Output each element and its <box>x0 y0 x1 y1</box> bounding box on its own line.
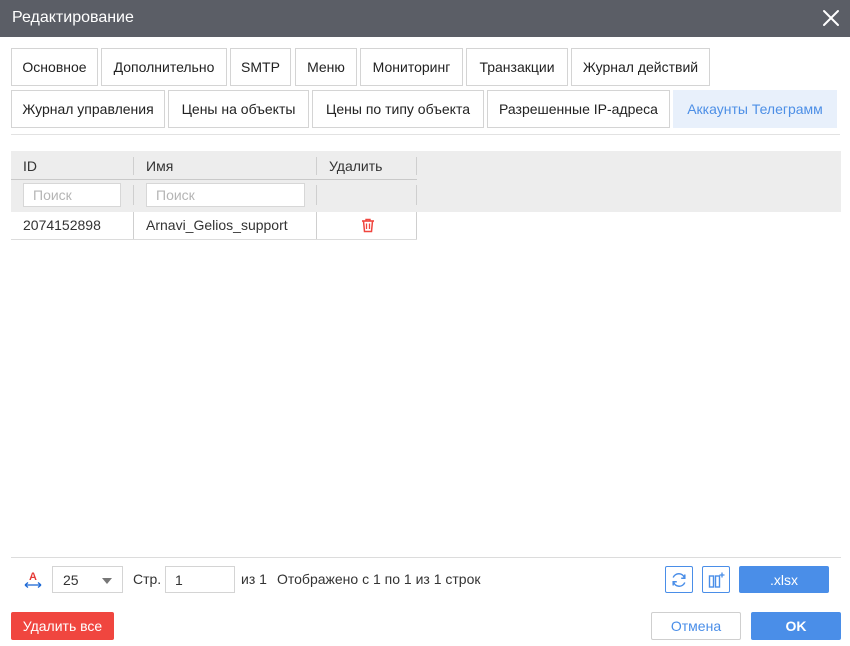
dialog-titlebar: Редактирование <box>0 0 850 37</box>
export-xlsx-button[interactable]: .xlsx <box>739 566 829 593</box>
refresh-button[interactable] <box>665 566 693 593</box>
tab-control-log[interactable]: Журнал управления <box>11 90 165 128</box>
refresh-icon <box>672 572 686 587</box>
tab-monitoring[interactable]: Мониторинг <box>360 48 463 86</box>
columns-button[interactable] <box>702 566 730 593</box>
column-separator[interactable] <box>133 157 134 175</box>
footer-divider <box>11 557 841 558</box>
column-separator <box>316 212 317 239</box>
font-size-icon[interactable]: A <box>22 569 44 591</box>
trash-icon[interactable] <box>360 217 376 233</box>
filter-name-input[interactable] <box>146 183 305 207</box>
filter-id-input[interactable] <box>23 183 121 207</box>
dialog-title: Редактирование <box>12 9 134 26</box>
column-separator <box>416 212 417 239</box>
rows-summary: Отображено с 1 по 1 из 1 строк <box>277 571 481 587</box>
cell-name: Arnavi_Gelios_support <box>146 217 288 233</box>
header-divider <box>11 179 417 180</box>
tabs-divider <box>11 134 840 135</box>
column-header-id[interactable]: ID <box>23 158 37 174</box>
tab-allowed-ip[interactable]: Разрешенные IP-адреса <box>487 90 670 128</box>
columns-settings-icon <box>708 572 725 588</box>
tab-transactions[interactable]: Транзакции <box>466 48 568 86</box>
page-size-value: 25 <box>63 572 79 588</box>
column-separator <box>316 185 317 205</box>
column-header-delete[interactable]: Удалить <box>329 158 382 174</box>
svg-text:A: A <box>29 571 37 583</box>
column-separator <box>133 185 134 205</box>
tab-smtp[interactable]: SMTP <box>230 48 291 86</box>
table-row[interactable]: 2074152898 Arnavi_Gelios_support <box>11 212 417 240</box>
delete-all-button[interactable]: Удалить все <box>11 612 114 640</box>
page-number-input[interactable] <box>165 566 235 593</box>
column-separator[interactable] <box>416 157 417 175</box>
cancel-button[interactable]: Отмена <box>651 612 741 640</box>
tab-dopolnitelno[interactable]: Дополнительно <box>101 48 227 86</box>
page-label: Стр. <box>133 571 162 587</box>
close-icon[interactable] <box>822 9 840 27</box>
column-header-name[interactable]: Имя <box>146 158 173 174</box>
column-separator <box>133 212 134 239</box>
tab-prices-by-object-type[interactable]: Цены по типу объекта <box>312 90 484 128</box>
tab-telegram-accounts[interactable]: Аккаунты Телеграмм <box>673 90 837 128</box>
page-size-select[interactable]: 25 <box>52 566 123 593</box>
cell-id: 2074152898 <box>23 217 101 233</box>
ok-button[interactable]: OK <box>751 612 841 640</box>
tab-object-prices[interactable]: Цены на объекты <box>168 90 309 128</box>
tab-menu[interactable]: Меню <box>295 48 357 86</box>
page-count-label: из 1 <box>241 571 267 587</box>
tab-action-log[interactable]: Журнал действий <box>571 48 710 86</box>
column-separator[interactable] <box>316 157 317 175</box>
chevron-down-icon <box>102 578 112 584</box>
tab-osnovnoe[interactable]: Основное <box>11 48 98 86</box>
grid-header: ID Имя Удалить <box>11 151 841 212</box>
column-separator <box>416 185 417 205</box>
